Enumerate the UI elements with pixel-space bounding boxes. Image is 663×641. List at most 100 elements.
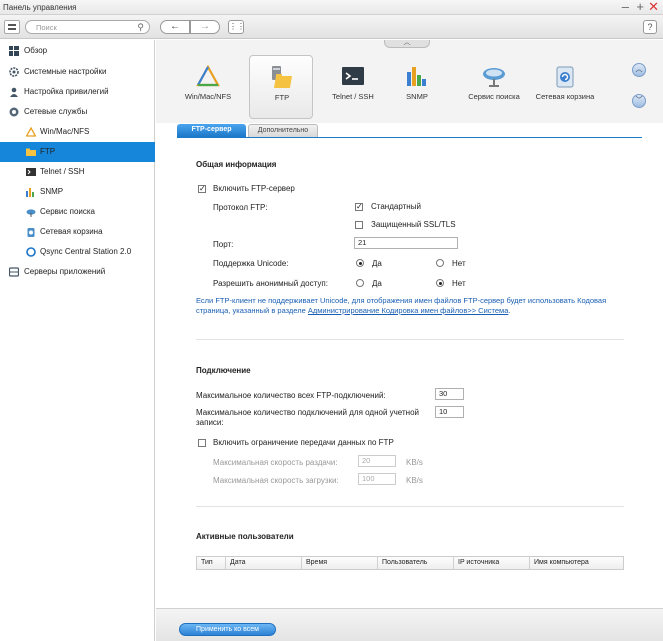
ftp-folder-icon bbox=[26, 148, 36, 156]
overview-icon bbox=[9, 46, 19, 56]
satellite-dish-icon bbox=[483, 68, 505, 87]
scroll-down-button[interactable]: ﹀ bbox=[632, 94, 646, 108]
unicode-no-radio[interactable] bbox=[436, 259, 444, 267]
toolbar: Поиск ⚲ ← → ⋮⋮ ? bbox=[0, 15, 663, 39]
enable-ftp-checkbox[interactable]: ✓ bbox=[198, 185, 206, 193]
sidebar-item-system-settings[interactable]: Системные настройки bbox=[0, 62, 155, 82]
forward-button[interactable]: → bbox=[190, 20, 220, 34]
protocol-standard-checkbox[interactable]: ✓ bbox=[355, 203, 363, 211]
sidebar: Обзор Системные настройки Настройка прив… bbox=[0, 40, 155, 641]
apps-grid-button[interactable]: ⋮⋮ bbox=[228, 20, 245, 34]
sidebar-item-telnet-ssh[interactable]: Telnet / SSH bbox=[0, 162, 155, 182]
service-label: FTP bbox=[274, 93, 290, 102]
sidebar-item-search-service[interactable]: Сервис поиска bbox=[0, 202, 155, 222]
download-speed-label: Максимальная скорость загрузки: bbox=[213, 476, 339, 485]
apply-all-button[interactable]: Применить ко всем bbox=[179, 623, 276, 636]
service-telnet-ssh[interactable]: Telnet / SSH bbox=[321, 55, 385, 119]
sidebar-item-snmp[interactable]: SNMP bbox=[0, 182, 155, 202]
upload-unit: KB/s bbox=[406, 458, 423, 467]
tab-ftp-server[interactable]: FTP-сервер bbox=[177, 124, 246, 137]
search-input[interactable]: Поиск bbox=[36, 23, 57, 32]
search-box[interactable]: Поиск ⚲ bbox=[25, 20, 150, 34]
sidebar-item-label: Сервис поиска bbox=[40, 207, 95, 216]
port-input[interactable]: 21 bbox=[354, 237, 458, 249]
sidebar-item-label: Qsync Central Station 2.0 bbox=[40, 247, 132, 256]
help-button[interactable]: ? bbox=[643, 20, 657, 34]
upload-speed-input[interactable]: 20 bbox=[358, 455, 396, 467]
protocol-ssl-label: Защищенный SSL/TLS bbox=[371, 220, 456, 229]
sidebar-item-qsync[interactable]: Qsync Central Station 2.0 bbox=[0, 242, 155, 262]
recycle-bin-icon bbox=[556, 66, 574, 88]
triangle-share-icon bbox=[26, 127, 36, 137]
section-divider bbox=[196, 339, 624, 340]
service-snmp[interactable]: SNMP bbox=[385, 55, 449, 119]
window-title: Панель управления bbox=[3, 3, 77, 12]
network-services-icon bbox=[9, 107, 19, 117]
service-label: Сетевая корзина bbox=[535, 92, 595, 101]
anonymous-yes-radio[interactable] bbox=[356, 279, 364, 287]
sidebar-item-overview[interactable]: Обзор bbox=[0, 41, 155, 61]
column-header-type[interactable]: Тип bbox=[197, 557, 226, 569]
service-label: Telnet / SSH bbox=[332, 92, 374, 101]
column-header-time[interactable]: Время bbox=[302, 557, 378, 569]
limit-transfer-label: Включить ограничение передачи данных по … bbox=[213, 438, 394, 447]
menu-button[interactable] bbox=[4, 20, 20, 34]
service-recycle-bin[interactable]: Сетевая корзина bbox=[533, 55, 597, 119]
section-divider bbox=[196, 506, 624, 507]
sidebar-item-win-mac-nfs[interactable]: Win/Mac/NFS bbox=[0, 122, 155, 142]
sidebar-item-network-recycle-bin[interactable]: Сетевая корзина bbox=[0, 222, 155, 242]
terminal-icon bbox=[26, 168, 36, 176]
service-ftp[interactable]: FTP bbox=[249, 55, 313, 119]
qsync-icon bbox=[26, 247, 36, 257]
sidebar-item-label: SNMP bbox=[40, 187, 64, 196]
max-all-input[interactable]: 30 bbox=[435, 388, 464, 400]
sidebar-item-label: Обзор bbox=[24, 46, 48, 55]
sidebar-item-label: Серверы приложений bbox=[24, 267, 106, 276]
tab-advanced[interactable]: Дополнительно bbox=[248, 124, 318, 137]
sidebar-item-label: Telnet / SSH bbox=[40, 167, 85, 176]
anonymous-yes-label: Да bbox=[372, 279, 382, 288]
sidebar-item-label: Win/Mac/NFS bbox=[40, 127, 90, 136]
sidebar-item-privileges[interactable]: Настройка привилегий bbox=[0, 82, 155, 102]
sidebar-item-app-servers[interactable]: Серверы приложений bbox=[0, 262, 155, 282]
minimize-icon[interactable]: – bbox=[622, 0, 629, 13]
title-bar: Панель управления – + ✕ bbox=[0, 0, 663, 15]
service-search[interactable]: Сервис поиска bbox=[462, 55, 526, 119]
user-icon bbox=[10, 87, 18, 97]
max-per-account-input[interactable]: 10 bbox=[435, 406, 464, 418]
sidebar-item-network-services[interactable]: Сетевые службы bbox=[0, 102, 155, 122]
service-icon-bar: ︿ Win/Mac/NFS FTP Telnet / SSH SNMP Серв… bbox=[156, 39, 663, 123]
sidebar-item-ftp[interactable]: FTP bbox=[0, 142, 155, 162]
max-per-account-label: Максимальное количество подключений для … bbox=[196, 408, 419, 427]
column-header-date[interactable]: Дата bbox=[226, 557, 302, 569]
search-icon[interactable]: ⚲ bbox=[137, 22, 144, 33]
codepage-link[interactable]: Администрирование Кодировка имен файлов>… bbox=[308, 306, 509, 315]
protocol-label: Протокол FTP: bbox=[213, 203, 268, 212]
sidebar-item-label: Сетевая корзина bbox=[40, 227, 103, 236]
column-header-user[interactable]: Пользователь bbox=[378, 557, 454, 569]
active-users-title: Активные пользователи bbox=[196, 532, 294, 541]
unicode-yes-radio[interactable] bbox=[356, 259, 364, 267]
sidebar-item-label: FTP bbox=[40, 147, 56, 156]
column-header-source-ip[interactable]: IP источника bbox=[454, 557, 530, 569]
download-speed-input[interactable]: 100 bbox=[358, 473, 396, 485]
column-header-computer-name[interactable]: Имя компьютера bbox=[530, 557, 623, 569]
scroll-up-button[interactable]: ︿ bbox=[632, 63, 646, 77]
sidebar-item-label: Настройка привилегий bbox=[24, 87, 109, 96]
service-label: Win/Mac/NFS bbox=[184, 92, 232, 101]
bar-chart-icon bbox=[26, 188, 34, 197]
triangle-share-icon bbox=[196, 64, 220, 87]
back-button[interactable]: ← bbox=[160, 20, 190, 34]
max-all-label: Максимальное количество всех FTP-подключ… bbox=[196, 391, 386, 400]
close-icon[interactable]: ✕ bbox=[648, 0, 659, 13]
port-label: Порт: bbox=[213, 240, 234, 249]
protocol-ssl-checkbox[interactable] bbox=[355, 221, 363, 229]
service-win-mac-nfs[interactable]: Win/Mac/NFS bbox=[176, 55, 240, 119]
anonymous-no-radio[interactable] bbox=[436, 279, 444, 287]
collapse-handle[interactable]: ︿ bbox=[384, 39, 430, 48]
terminal-icon bbox=[342, 67, 364, 85]
maximize-icon[interactable]: + bbox=[636, 0, 644, 13]
limit-transfer-checkbox[interactable] bbox=[198, 439, 206, 447]
ftp-folder-icon bbox=[272, 66, 292, 88]
satellite-dish-icon bbox=[26, 209, 36, 217]
